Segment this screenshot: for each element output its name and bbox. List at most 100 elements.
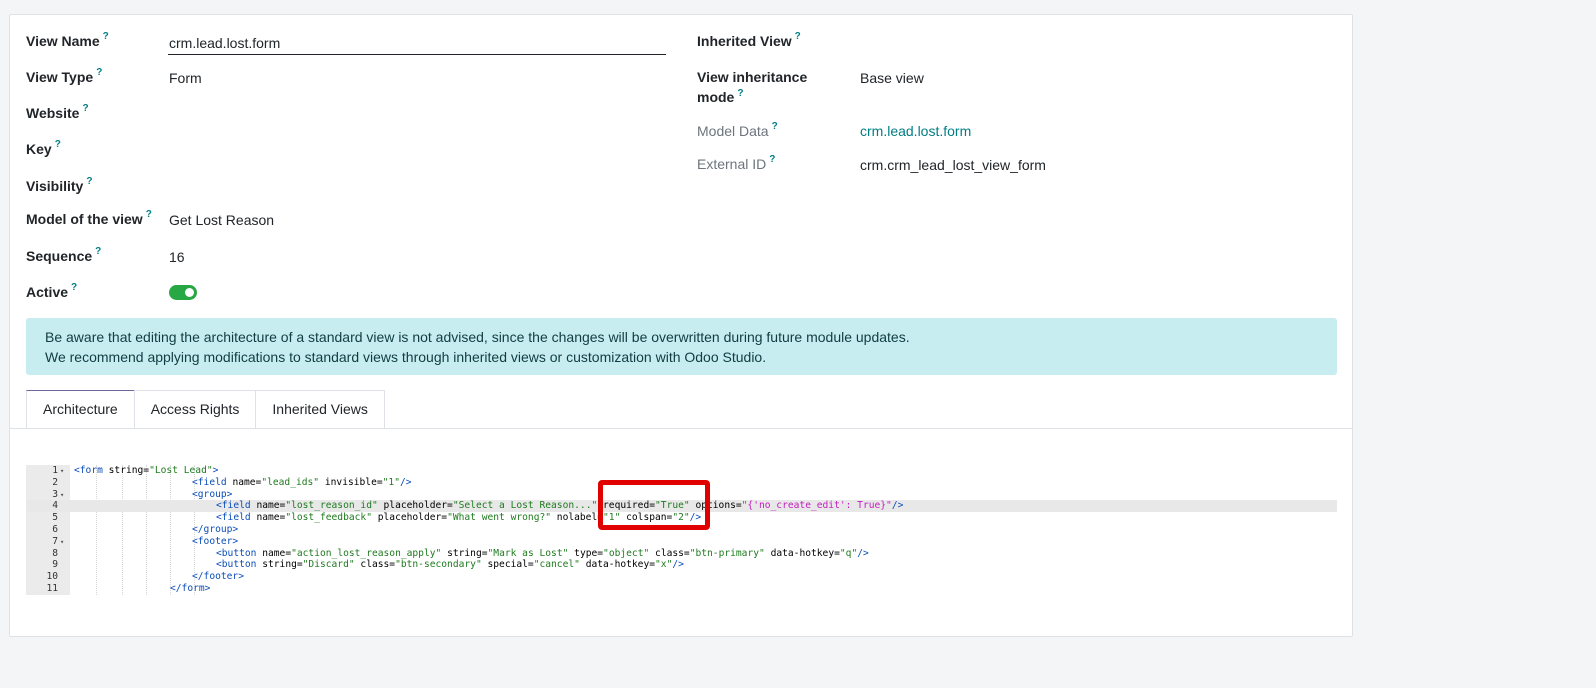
help-icon[interactable]: ? <box>103 31 109 51</box>
inherited-view-label: Inherited View <box>697 33 792 49</box>
code-token: <footer> <box>192 535 239 547</box>
code-token: <field <box>192 476 233 488</box>
code-text: <footer> <box>192 536 238 548</box>
help-icon[interactable]: ? <box>71 282 77 302</box>
code-text: <form string="Lost Lead"> <box>74 465 218 477</box>
code-token: data-hotkey= <box>764 547 840 559</box>
code-token: <group> <box>192 488 233 500</box>
code-token: class= <box>354 559 396 571</box>
field-view-type-label: View Type? <box>26 67 102 87</box>
inheritance-mode-value[interactable]: Base view <box>860 68 924 88</box>
notebook-tabs: Architecture Access Rights Inherited Vie… <box>26 390 385 428</box>
code-token: "action_lost_reason_apply" <box>291 547 442 559</box>
field-external-id-label: External ID? <box>697 154 775 174</box>
model-data-link[interactable]: crm.lead.lost.form <box>860 121 971 141</box>
code-line[interactable]: 1 ▾ <form string="Lost Lead"> <box>26 465 1337 477</box>
code-token: "Mark as Lost" <box>487 547 569 559</box>
tab-access-rights[interactable]: Access Rights <box>133 390 257 428</box>
code-token: string= <box>441 547 488 559</box>
tab-architecture[interactable]: Architecture <box>26 390 135 428</box>
view-type-value[interactable]: Form <box>169 68 202 88</box>
help-icon[interactable]: ? <box>86 176 92 196</box>
form-sheet: View Name? View Type? Form Website? Key?… <box>9 14 1353 637</box>
sequence-value[interactable]: 16 <box>169 247 185 267</box>
code-text: <button name="action_lost_reason_apply" … <box>216 548 869 560</box>
visibility-label: Visibility <box>26 178 84 194</box>
code-token: /> <box>672 559 684 571</box>
fold-arrow-icon[interactable]: ▾ <box>60 536 64 548</box>
code-token: "q" <box>839 547 858 559</box>
code-line[interactable]: 8 <button name="action_lost_reason_apply"… <box>26 548 1337 560</box>
code-token: <field <box>216 500 257 512</box>
help-icon[interactable]: ? <box>96 67 102 87</box>
line-number: 6 <box>52 524 58 535</box>
code-token: "lead_ids" <box>261 476 320 488</box>
line-number: 1 <box>52 465 58 476</box>
code-token: /> <box>891 500 904 512</box>
code-token: invisible= <box>319 476 383 488</box>
help-icon[interactable]: ? <box>795 31 801 51</box>
help-icon[interactable]: ? <box>769 154 775 174</box>
inheritance-mode-label-line2: mode <box>697 89 735 105</box>
code-line[interactable]: 7 ▾ <footer> <box>26 536 1337 548</box>
help-icon[interactable]: ? <box>55 139 61 159</box>
line-number: 5 <box>52 512 58 524</box>
code-token: "Select a Lost Reason..." <box>452 500 598 512</box>
help-icon[interactable]: ? <box>772 121 778 141</box>
line-number: 3 <box>52 488 58 500</box>
code-token: nolabel= <box>551 512 604 524</box>
line-number: 9 <box>52 559 58 571</box>
code-token: "btn-secondary" <box>395 559 482 571</box>
field-active-label: Active? <box>26 282 77 302</box>
model-of-view-value[interactable]: Get Lost Reason <box>169 210 274 230</box>
code-line[interactable]: 11 </form> <box>26 583 1337 595</box>
fold-arrow-icon[interactable]: ▾ <box>60 489 64 501</box>
code-line[interactable]: 10 </footer> <box>26 571 1337 583</box>
line-number: 11 <box>46 583 58 594</box>
model-data-label: Model Data <box>697 123 769 139</box>
field-view-name-label: View Name? <box>26 31 109 51</box>
field-model-label: Model of the view? <box>26 209 152 229</box>
code-token: </form> <box>170 583 211 594</box>
code-token: </group> <box>192 524 239 535</box>
code-line[interactable]: 9 <button string="Discard" class="btn-sec… <box>26 559 1337 571</box>
code-token: <button <box>216 547 263 559</box>
view-name-label: View Name <box>26 33 100 49</box>
code-text: <field name="lead_ids" invisible="1"/> <box>192 477 412 489</box>
code-token: placeholder= <box>377 500 453 512</box>
help-icon[interactable]: ? <box>737 88 743 99</box>
code-token: /> <box>399 476 412 488</box>
field-inheritance-mode-label: View inheritance mode? <box>697 67 807 107</box>
code-token: "cancel" <box>533 559 580 571</box>
code-token: > <box>212 465 219 476</box>
code-token: "Discard" <box>302 559 355 571</box>
fold-arrow-icon[interactable]: ▾ <box>60 465 64 477</box>
inheritance-mode-label-line1: View inheritance <box>697 69 808 85</box>
alert-line-2: We recommend applying modifications to s… <box>45 349 767 365</box>
sequence-label: Sequence <box>26 248 93 264</box>
alert-line-1: Be aware that editing the architecture o… <box>45 329 910 345</box>
field-key-label: Key? <box>26 139 61 159</box>
line-number: 8 <box>52 547 58 559</box>
code-token: string= <box>108 465 150 476</box>
code-token: class= <box>649 547 690 559</box>
help-icon[interactable]: ? <box>82 103 88 123</box>
active-toggle[interactable] <box>169 285 197 300</box>
code-token: <form <box>74 465 109 476</box>
active-label: Active <box>26 284 69 300</box>
field-inherited-view-label: Inherited View? <box>697 31 801 51</box>
code-token: data-hotkey= <box>579 559 656 571</box>
code-token: "{'no_create_edit': True}" <box>741 500 892 512</box>
help-icon[interactable]: ? <box>95 246 101 266</box>
view-type-label: View Type <box>26 69 94 85</box>
code-token: type= <box>568 547 604 559</box>
line-number: 4 <box>52 500 58 512</box>
tab-inherited-views[interactable]: Inherited Views <box>255 390 385 428</box>
code-text: <group> <box>192 489 232 501</box>
view-name-input[interactable] <box>168 31 666 55</box>
help-icon[interactable]: ? <box>146 209 152 229</box>
code-token: <button <box>216 559 263 571</box>
code-token: name= <box>256 512 286 524</box>
model-of-view-label: Model of the view <box>26 211 143 227</box>
code-token: "lost_reason_id" <box>285 500 378 512</box>
